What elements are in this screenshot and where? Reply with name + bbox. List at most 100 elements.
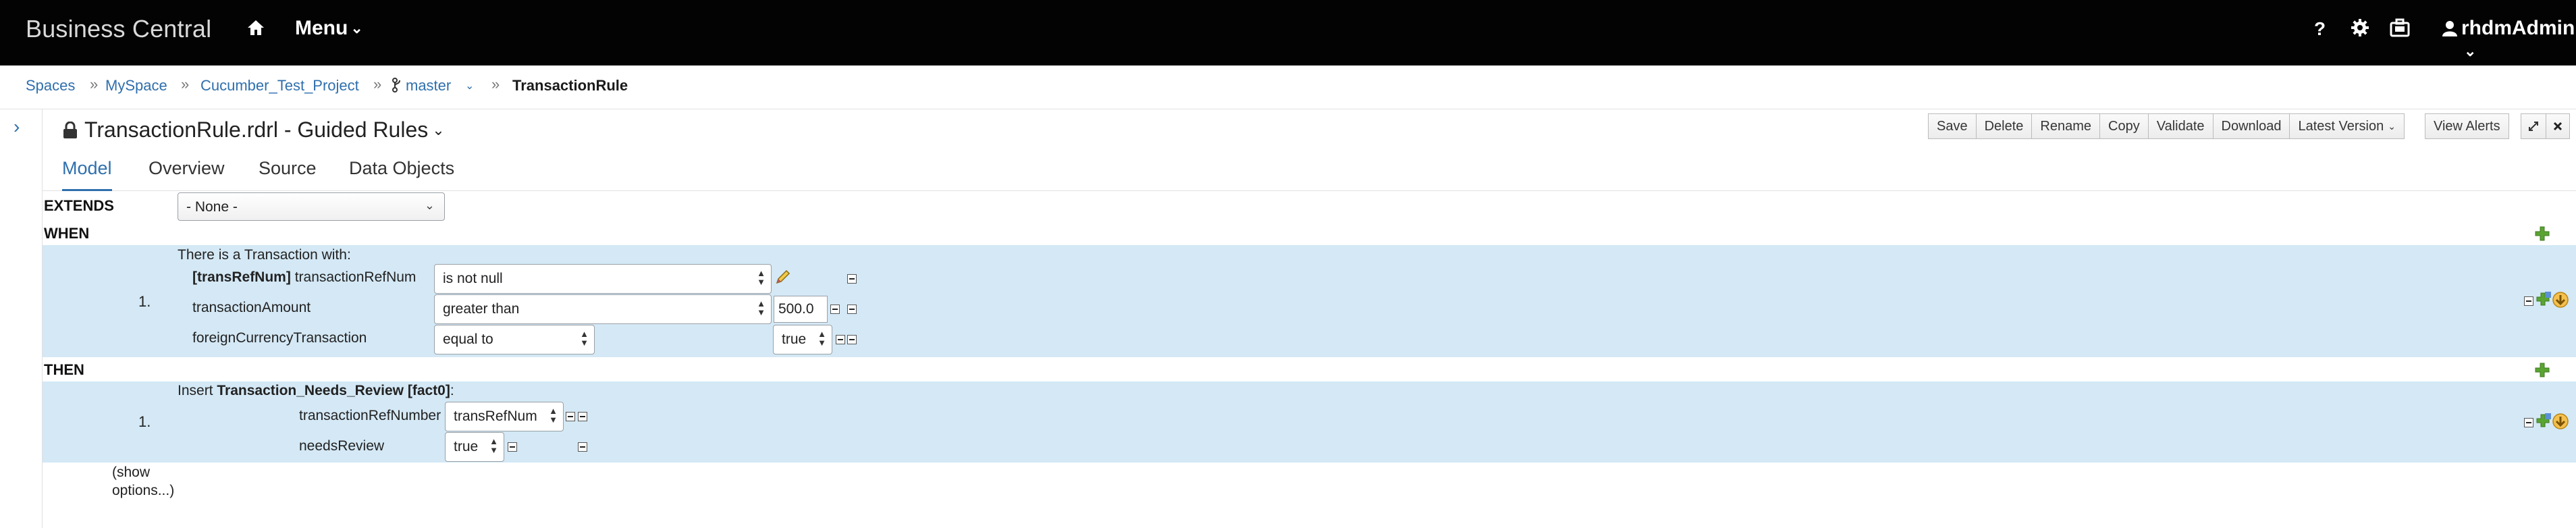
select-arrows-icon: ▲ ▼ [549, 406, 558, 425]
operator-select-1[interactable]: is not null ▲ ▼ [434, 264, 772, 294]
tab-overview[interactable]: Overview [149, 158, 225, 189]
then-label: THEN [44, 361, 84, 378]
save-button[interactable]: Save [1928, 113, 1977, 139]
chevron-right-icon[interactable]: › [14, 116, 20, 138]
maximize-button[interactable] [2521, 113, 2546, 139]
insert-suffix: : [450, 383, 454, 398]
chevron-down-icon: ⌄ [2388, 120, 2396, 132]
extends-select[interactable]: - None - ⌄ [178, 192, 445, 221]
field-transaction-ref-num[interactable]: [transRefNum] transactionRefNum [192, 269, 416, 286]
guided-rule-editor: EXTENDS - None - ⌄ WHEN 1. There is a Tr… [43, 191, 2576, 528]
add-condition-icon[interactable] [2535, 226, 2550, 241]
close-icon [2553, 122, 2562, 131]
breadcrumb-branch[interactable]: master [406, 77, 451, 95]
chevron-down-icon: ⌄ [432, 122, 445, 138]
select-arrows-icon: ▲ ▼ [817, 329, 826, 348]
select-arrows-icon: ▲ ▼ [757, 298, 766, 317]
insert-prefix: Insert [178, 383, 213, 398]
view-alerts-button[interactable]: View Alerts [2425, 113, 2509, 139]
boolean-value: true [782, 332, 807, 347]
briefcase-icon[interactable] [2390, 18, 2410, 41]
show-options-line2: options...) [112, 483, 175, 498]
binding-name: [transRefNum] [192, 269, 291, 285]
chevron-down-icon[interactable]: ⌄ [465, 79, 474, 93]
left-panel-toggle[interactable]: › [0, 109, 43, 528]
pencil-icon[interactable] [774, 268, 792, 286]
action-field-ref-number[interactable]: transactionRefNumber [299, 408, 441, 424]
latest-version-dropdown[interactable]: Latest Version ⌄ [2290, 113, 2405, 139]
amount-value-input[interactable]: 500.0 [774, 296, 828, 323]
lock-icon[interactable] [63, 121, 78, 142]
remove-field-icon[interactable] [847, 305, 857, 314]
validate-button[interactable]: Validate [2148, 113, 2213, 139]
close-button[interactable] [2546, 113, 2570, 139]
brand-title[interactable]: Business Central [26, 15, 211, 43]
action-value-select-1[interactable]: transRefNum ▲ ▼ [445, 402, 564, 431]
select-arrows-icon: ▲ ▼ [489, 436, 498, 455]
remove-value-icon[interactable] [830, 305, 840, 314]
when-row-number: 1. [138, 293, 151, 310]
remove-value-icon[interactable] [566, 412, 575, 421]
tab-model[interactable]: Model [62, 158, 112, 191]
operator-select-3[interactable]: equal to ▲ ▼ [434, 325, 595, 354]
editor-title[interactable]: TransactionRule.rdrl - Guided Rules ⌄ [84, 117, 445, 142]
breadcrumb-separator: » [90, 76, 99, 93]
remove-row-icon[interactable] [2524, 296, 2533, 306]
show-options-line1: (show [112, 465, 151, 480]
help-icon[interactable]: ? [2314, 18, 2326, 40]
action-field-needs-review[interactable]: needsReview [299, 438, 384, 454]
delete-button[interactable]: Delete [1976, 113, 2033, 139]
chevron-down-icon: ⌄ [2464, 43, 2477, 59]
user-name: rhdmAdmin [2461, 17, 2575, 39]
insert-fact-action[interactable]: Insert Transaction_Needs_Review [fact0]: [178, 383, 454, 399]
menu-dropdown[interactable]: Menu ⌄ [295, 17, 363, 40]
latest-version-label: Latest Version [2298, 118, 2384, 134]
extends-label: EXTENDS [44, 197, 114, 214]
copy-button[interactable]: Copy [2100, 113, 2149, 139]
show-options-link[interactable]: (show options...) [112, 463, 174, 500]
select-arrows-icon: ▲ ▼ [757, 268, 766, 287]
field-transaction-amount[interactable]: transactionAmount [192, 300, 311, 316]
add-action-icon[interactable] [2535, 363, 2550, 377]
menu-label: Menu [295, 17, 348, 39]
breadcrumb-project[interactable]: Cucumber_Test_Project [200, 77, 359, 95]
editor-toolbar: Save Delete Rename Copy Validate Downloa… [1928, 113, 2405, 140]
value-select-true[interactable]: true ▲ ▼ [773, 325, 832, 354]
tab-data-objects[interactable]: Data Objects [349, 158, 454, 189]
add-below-icon[interactable] [2535, 290, 2552, 308]
remove-value-icon[interactable] [508, 442, 517, 452]
when-label: WHEN [44, 225, 90, 242]
home-icon[interactable] [246, 19, 265, 40]
breadcrumb-spaces[interactable]: Spaces [26, 77, 75, 95]
breadcrumb-space[interactable]: MySpace [105, 77, 167, 95]
move-down-icon[interactable] [2552, 413, 2569, 430]
alerts-toolbar: View Alerts [2425, 113, 2509, 140]
remove-field-icon[interactable] [578, 442, 587, 452]
remove-row-icon[interactable] [2524, 418, 2533, 427]
expand-icon [2529, 122, 2538, 131]
remove-field-icon[interactable] [847, 274, 857, 284]
operator-value: is not null [443, 271, 503, 286]
action-value-select-2[interactable]: true ▲ ▼ [445, 432, 504, 462]
remove-field-icon[interactable] [578, 412, 587, 421]
field-name: transactionRefNum [294, 269, 417, 285]
move-down-icon[interactable] [2552, 291, 2569, 309]
editor-title-text: TransactionRule.rdrl - Guided Rules [84, 117, 429, 142]
user-menu[interactable]: rhdmAdmin ⌄ [2461, 17, 2576, 63]
rename-button[interactable]: Rename [2032, 113, 2101, 139]
user-icon [2442, 20, 2457, 40]
breadcrumb-separator: » [491, 76, 500, 93]
extends-value: - None - [186, 199, 238, 215]
chevron-down-icon: ⌄ [350, 20, 363, 36]
gear-icon[interactable] [2351, 18, 2369, 41]
remove-value-icon[interactable] [836, 335, 845, 344]
add-below-icon[interactable] [2535, 412, 2552, 429]
tab-source[interactable]: Source [259, 158, 317, 189]
remove-field-icon[interactable] [847, 335, 857, 344]
operator-select-2[interactable]: greater than ▲ ▼ [434, 294, 772, 324]
field-foreign-currency[interactable]: foreignCurrencyTransaction [192, 330, 367, 346]
download-button[interactable]: Download [2213, 113, 2290, 139]
breadcrumb-separator: » [181, 76, 190, 93]
fact-pattern-intro[interactable]: There is a Transaction with: [178, 247, 351, 263]
operator-value: greater than [443, 301, 520, 317]
